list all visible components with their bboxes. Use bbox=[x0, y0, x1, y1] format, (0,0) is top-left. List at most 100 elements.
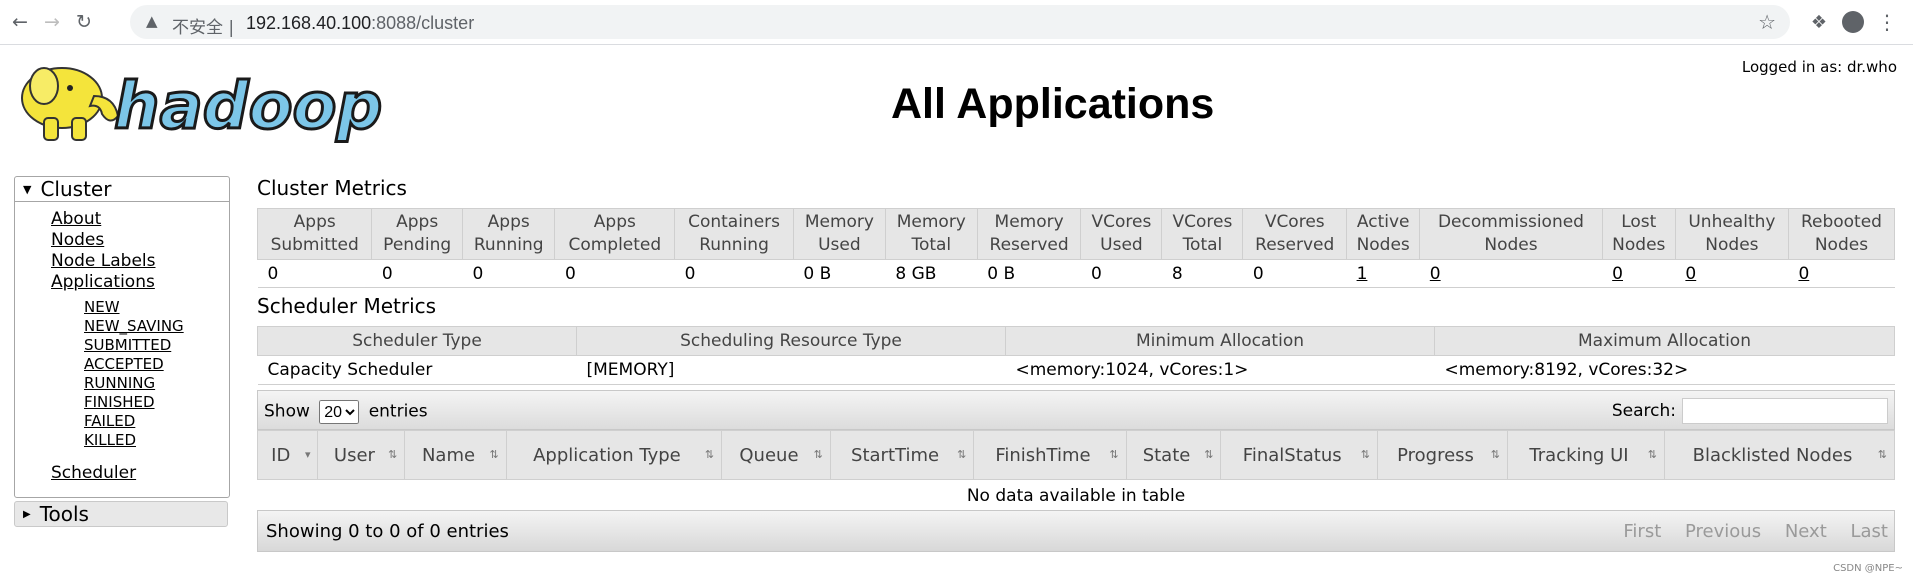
apps-column-label: FinalStatus bbox=[1242, 444, 1342, 466]
hadoop-logo: hadoop bbox=[21, 67, 384, 146]
menu-kebab-icon[interactable]: ⋮ bbox=[1873, 8, 1901, 36]
cluster-metric-header-1: Apps Pending bbox=[371, 208, 463, 260]
cluster-metric-link[interactable]: 1 bbox=[1357, 264, 1368, 284]
cluster-metric-header-5: Memory Used bbox=[792, 208, 886, 260]
apps-column-label: ID bbox=[271, 444, 291, 466]
url-text[interactable]: 192.168.40.100:8088/cluster bbox=[246, 13, 474, 34]
page-previous-button[interactable]: Previous bbox=[1685, 521, 1761, 542]
back-arrow-icon[interactable]: ← bbox=[6, 8, 34, 36]
apps-column-5[interactable]: StartTime ⇅ bbox=[829, 430, 975, 480]
cluster-metric-header-line: Rebooted bbox=[1800, 212, 1882, 232]
cluster-metric-header-line: Apps bbox=[487, 212, 530, 232]
sidebar-tools-header[interactable]: ▶ Tools bbox=[14, 501, 228, 527]
cluster-metric-header-line: Decommissioned bbox=[1437, 212, 1584, 232]
profile-avatar-icon[interactable] bbox=[1839, 8, 1867, 36]
cluster-label: Cluster bbox=[40, 177, 112, 201]
sort-arrows-icon: ⇅ bbox=[1877, 448, 1887, 461]
apps-column-label: Progress bbox=[1397, 444, 1474, 466]
svg-text:hadoop: hadoop bbox=[114, 70, 382, 144]
sidebar-cluster-header[interactable]: ▼ Cluster bbox=[15, 177, 229, 202]
cluster-metric-header-8: VCores Used bbox=[1080, 208, 1163, 260]
cluster-metric-header-line: Apps bbox=[593, 212, 636, 232]
cluster-metric-header-line: Memory bbox=[994, 212, 1064, 232]
entries-label: entries bbox=[368, 401, 428, 422]
sort-arrows-icon: ⇅ bbox=[813, 448, 823, 461]
cluster-metric-header-14: Unhealthy Nodes bbox=[1674, 208, 1789, 260]
cluster-metric-link[interactable]: 0 bbox=[1798, 264, 1809, 284]
sort-arrows-icon: ⇅ bbox=[388, 448, 398, 461]
sort-arrows-icon: ⇅ bbox=[1204, 448, 1214, 461]
extensions-icon[interactable]: ❖ bbox=[1805, 8, 1833, 36]
nav-state-new[interactable]: NEW bbox=[84, 298, 120, 316]
apps-table-toolbar: Show 20 entries Search: bbox=[257, 390, 1895, 430]
page-next-button[interactable]: Next bbox=[1785, 521, 1827, 542]
cluster-metric-value-15: 0 bbox=[1788, 259, 1895, 288]
apps-column-9[interactable]: Progress ⇅ bbox=[1376, 430, 1509, 480]
nav-applications-link[interactable]: Applications bbox=[51, 272, 155, 292]
nav-state-new-saving[interactable]: NEW_SAVING bbox=[84, 317, 184, 335]
sort-arrows-icon: ⇅ bbox=[489, 448, 499, 461]
cluster-metric-link[interactable]: 0 bbox=[1430, 264, 1441, 284]
cluster-metric-header-line: VCores bbox=[1264, 212, 1325, 232]
cluster-metric-header-0: Apps Submitted bbox=[256, 208, 373, 260]
sort-arrows-icon: ▾ bbox=[304, 448, 311, 461]
nav-node-labels-link[interactable]: Node Labels bbox=[51, 251, 156, 271]
apps-column-7[interactable]: State ⇅ bbox=[1125, 430, 1222, 480]
cluster-metric-header-line: Used bbox=[818, 235, 861, 255]
cluster-metric-header-line: Submitted bbox=[270, 235, 359, 255]
cluster-metric-header-6: Memory Total bbox=[884, 208, 978, 260]
cluster-metric-link[interactable]: 0 bbox=[1685, 264, 1696, 284]
forward-arrow-icon[interactable]: → bbox=[38, 8, 66, 36]
address-bar[interactable]: ▲ 不安全 | 192.168.40.100:8088/cluster ☆ bbox=[130, 5, 1790, 39]
sched-header-min: Minimum Allocation bbox=[1005, 326, 1435, 356]
search-input[interactable] bbox=[1682, 398, 1888, 424]
empty-table-message: No data available in table bbox=[966, 486, 1186, 506]
apps-column-6[interactable]: FinishTime ⇅ bbox=[973, 430, 1127, 480]
sched-header-resource: Scheduling Resource Type bbox=[576, 326, 1006, 356]
reload-icon[interactable]: ↻ bbox=[70, 8, 98, 36]
nav-state-submitted[interactable]: SUBMITTED bbox=[84, 336, 171, 354]
cluster-metric-value-13: 0 bbox=[1602, 259, 1676, 288]
apps-column-11[interactable]: Blacklisted Nodes ⇅ bbox=[1663, 430, 1896, 480]
apps-column-2[interactable]: Name ⇅ bbox=[404, 430, 507, 480]
cluster-metric-header-3: Apps Completed bbox=[554, 208, 676, 260]
apps-column-label: Application Type bbox=[533, 444, 681, 466]
scheduler-metrics-table: Scheduler Type Scheduling Resource Type … bbox=[257, 326, 1895, 385]
page-last-button[interactable]: Last bbox=[1851, 521, 1889, 542]
cluster-metric-header-line: Apps bbox=[293, 212, 336, 232]
entries-select[interactable]: 20 bbox=[319, 400, 360, 424]
applications-table: ID ▾ User ⇅ Name ⇅ Application Type ⇅ Queue ⇅ Star… bbox=[256, 430, 1896, 512]
watermark: CSDN @NPE~ bbox=[1833, 563, 1903, 574]
nav-state-killed[interactable]: KILLED bbox=[84, 431, 136, 449]
warning-icon: ▲ bbox=[146, 12, 158, 30]
sched-value-type: Capacity Scheduler bbox=[257, 355, 577, 385]
nav-state-finished[interactable]: FINISHED bbox=[84, 393, 155, 411]
apps-column-1[interactable]: User ⇅ bbox=[317, 430, 406, 480]
cluster-metric-header-line: VCores bbox=[1172, 212, 1233, 232]
nav-scheduler-link[interactable]: Scheduler bbox=[51, 463, 136, 483]
apps-column-0[interactable]: ID ▾ bbox=[256, 430, 319, 480]
sidebar-cluster-panel: ▼ Cluster About Nodes Node Labels Applic… bbox=[14, 176, 230, 498]
apps-column-4[interactable]: Queue ⇅ bbox=[721, 430, 831, 480]
nav-nodes-link[interactable]: Nodes bbox=[51, 230, 104, 250]
apps-column-8[interactable]: FinalStatus ⇅ bbox=[1220, 430, 1378, 480]
cluster-metric-header-line: Memory bbox=[804, 212, 874, 232]
cluster-metric-value-10: 0 bbox=[1242, 259, 1347, 288]
cluster-metric-header-line: Completed bbox=[568, 235, 662, 255]
table-info: Showing 0 to 0 of 0 entries bbox=[266, 521, 509, 542]
page-first-button[interactable]: First bbox=[1623, 521, 1661, 542]
cluster-metric-link[interactable]: 0 bbox=[1612, 264, 1623, 284]
search-control: Search: bbox=[1612, 398, 1888, 424]
nav-state-running[interactable]: RUNNING bbox=[84, 374, 155, 392]
apps-column-3[interactable]: Application Type ⇅ bbox=[505, 430, 723, 480]
bookmark-star-icon[interactable]: ☆ bbox=[1758, 10, 1776, 34]
nav-state-accepted[interactable]: ACCEPTED bbox=[84, 355, 164, 373]
apps-column-10[interactable]: Tracking UI ⇅ bbox=[1507, 430, 1665, 480]
apps-column-label: StartTime bbox=[851, 444, 940, 466]
sort-arrows-icon: ⇅ bbox=[1490, 448, 1501, 461]
nav-state-failed[interactable]: FAILED bbox=[84, 412, 135, 430]
nav-about-link[interactable]: About bbox=[51, 209, 101, 229]
cluster-metric-header-2: Apps Running bbox=[461, 208, 556, 260]
cluster-metric-value-7: 0 B bbox=[977, 259, 1081, 288]
cluster-metric-header-line: Running bbox=[473, 235, 544, 255]
